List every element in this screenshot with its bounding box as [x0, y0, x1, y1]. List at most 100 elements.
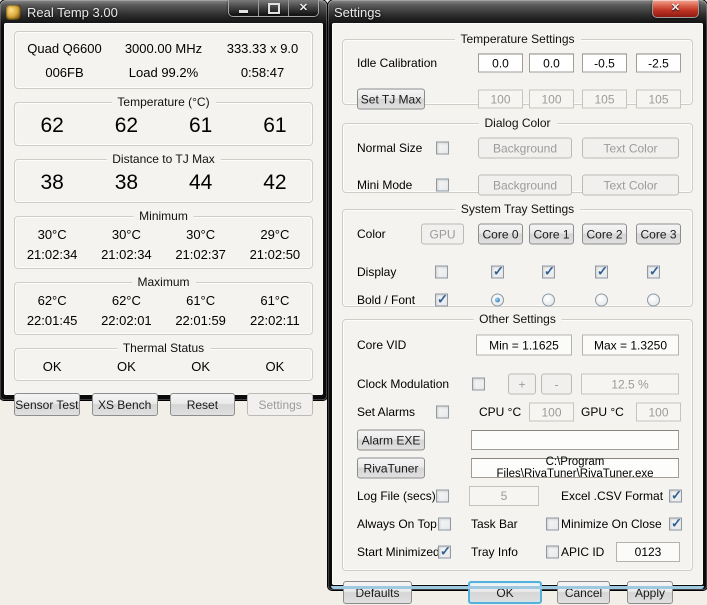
bold-font-checkbox[interactable]	[435, 294, 448, 307]
normal-size-label: Normal Size	[357, 141, 422, 155]
normal-size-checkbox[interactable]	[436, 142, 449, 155]
rivatuner-path-input[interactable]: C:\Program Files\RivaTuner\RivaTuner.exe	[471, 458, 679, 478]
thermal-status-value: OK	[89, 359, 163, 374]
normal-text-color-button: Text Color	[582, 138, 679, 159]
tray-info-label: Tray Info	[471, 545, 518, 559]
ok-button[interactable]: OK	[468, 581, 542, 604]
reset-button[interactable]: Reset	[170, 393, 236, 416]
tj-max-input-core0: 100	[478, 90, 523, 109]
clock-minus-button: -	[541, 374, 572, 395]
xs-bench-button[interactable]: XS Bench	[92, 393, 158, 416]
set-alarms-label: Set Alarms	[357, 405, 415, 419]
apic-id-label: APIC ID	[561, 545, 604, 559]
idle-calibration-input-core1[interactable]: 0.0	[529, 54, 574, 73]
display-core1-checkbox[interactable]	[542, 266, 555, 279]
min-time: 21:02:50	[238, 247, 312, 262]
rivatuner-button[interactable]: RivaTuner	[357, 458, 425, 479]
idle-calibration-input-core2[interactable]: -0.5	[582, 54, 627, 73]
excel-csv-checkbox[interactable]	[669, 490, 682, 503]
minimize-on-close-label: Minimize On Close	[561, 517, 662, 531]
mini-mode-checkbox[interactable]	[436, 179, 449, 192]
minimize-button[interactable]	[229, 0, 258, 16]
max-time: 22:02:11	[238, 313, 312, 328]
min-temp: 30°C	[164, 227, 238, 242]
tray-info-checkbox[interactable]	[546, 546, 559, 559]
maximize-button[interactable]	[258, 0, 288, 16]
task-bar-label: Task Bar	[471, 517, 518, 531]
minimum-panel: Minimum 30°C 30°C 30°C 29°C 21:02:34 21:…	[14, 216, 313, 269]
alarm-exe-button[interactable]: Alarm EXE	[357, 430, 425, 451]
other-settings-group: Other Settings Core VID Min = 1.1625 Max…	[342, 319, 693, 571]
uptime: 0:58:47	[213, 65, 312, 80]
display-gpu-checkbox[interactable]	[435, 266, 448, 279]
clock-modulation-checkbox[interactable]	[472, 378, 485, 391]
core2-distance: 44	[164, 171, 238, 195]
task-bar-checkbox[interactable]	[546, 518, 559, 531]
font-core1-radio[interactable]	[542, 294, 555, 307]
font-core3-radio[interactable]	[647, 294, 660, 307]
cancel-button[interactable]: Cancel	[557, 581, 610, 604]
display-core3-checkbox[interactable]	[647, 266, 660, 279]
idle-calibration-input-core3[interactable]: -2.5	[636, 54, 681, 73]
font-core0-radio[interactable]	[491, 294, 504, 307]
max-time: 22:02:01	[89, 313, 163, 328]
bold-font-label: Bold / Font	[357, 293, 415, 307]
core1-temp: 62	[89, 114, 163, 138]
display-label: Display	[357, 265, 396, 279]
max-time: 22:01:45	[15, 313, 89, 328]
minimize-icon	[239, 10, 248, 13]
clock-modulation-label: Clock Modulation	[357, 377, 449, 391]
apply-button[interactable]: Apply	[627, 581, 673, 604]
sensor-test-button[interactable]: Sensor Test	[14, 393, 80, 416]
core1-color-button[interactable]: Core 1	[529, 224, 574, 245]
tj-max-input-core2: 105	[582, 90, 627, 109]
close-icon: ✕	[299, 3, 308, 14]
core0-color-button[interactable]: Core 0	[478, 224, 523, 245]
core3-temp: 61	[238, 114, 312, 138]
maximum-panel-title: Maximum	[131, 275, 195, 289]
max-temp: 61°C	[238, 293, 312, 308]
temperature-panel: Temperature (°C) 62 62 61 61	[14, 102, 313, 146]
alarm-exe-path-input[interactable]	[471, 430, 679, 450]
core2-color-button[interactable]: Core 2	[582, 224, 627, 245]
core3-color-button[interactable]: Core 3	[636, 224, 681, 245]
minimum-panel-title: Minimum	[133, 209, 194, 223]
set-tj-max-button[interactable]: Set TJ Max	[357, 89, 425, 110]
settings-titlebar[interactable]: Settings	[332, 0, 703, 23]
min-time: 21:02:37	[164, 247, 238, 262]
log-file-checkbox[interactable]	[436, 490, 449, 503]
minimize-on-close-checkbox[interactable]	[669, 518, 682, 531]
always-on-top-checkbox[interactable]	[438, 518, 451, 531]
log-file-label: Log File (secs)	[357, 489, 436, 503]
mini-background-button: Background	[478, 175, 572, 196]
defaults-button[interactable]: Defaults	[343, 581, 412, 604]
distance-panel: Distance to TJ Max 38 38 44 42	[14, 159, 313, 203]
normal-background-button: Background	[478, 138, 572, 159]
font-core2-radio[interactable]	[595, 294, 608, 307]
core0-temp: 62	[15, 114, 89, 138]
fsb-multiplier: 333.33 x 9.0	[213, 41, 312, 56]
temperature-settings-group: Temperature Settings Idle Calibration 0.…	[342, 39, 693, 105]
start-minimized-checkbox[interactable]	[438, 546, 451, 559]
dialog-color-group: Dialog Color Normal Size Background Text…	[342, 123, 693, 193]
settings-close-button[interactable]: ✕	[652, 0, 699, 18]
clock-modulation-value: 12.5 %	[581, 374, 679, 395]
excel-csv-label: Excel .CSV Format	[561, 489, 663, 503]
core2-temp: 61	[164, 114, 238, 138]
idle-calibration-input-core0[interactable]: 0.0	[478, 54, 523, 73]
gpu-alarm-label: GPU °C	[581, 405, 624, 419]
cpu-info-panel: Quad Q6600 3000.00 MHz 333.33 x 9.0 006F…	[14, 31, 313, 89]
clock-plus-button: +	[508, 374, 536, 395]
start-minimized-label: Start Minimized	[357, 545, 440, 559]
temperature-panel-title: Temperature (°C)	[111, 95, 215, 109]
close-button[interactable]: ✕	[288, 0, 318, 16]
system-tray-group: System Tray Settings Color GPU Core 0 Co…	[342, 209, 693, 307]
thermal-status-value: OK	[238, 359, 312, 374]
set-alarms-checkbox[interactable]	[436, 406, 449, 419]
thermal-status-value: OK	[15, 359, 89, 374]
cpu-name: Quad Q6600	[15, 41, 114, 56]
settings-window: Settings ✕ Temperature Settings Idle Cal…	[328, 0, 707, 590]
display-core0-checkbox[interactable]	[491, 266, 504, 279]
min-temp: 29°C	[238, 227, 312, 242]
display-core2-checkbox[interactable]	[595, 266, 608, 279]
